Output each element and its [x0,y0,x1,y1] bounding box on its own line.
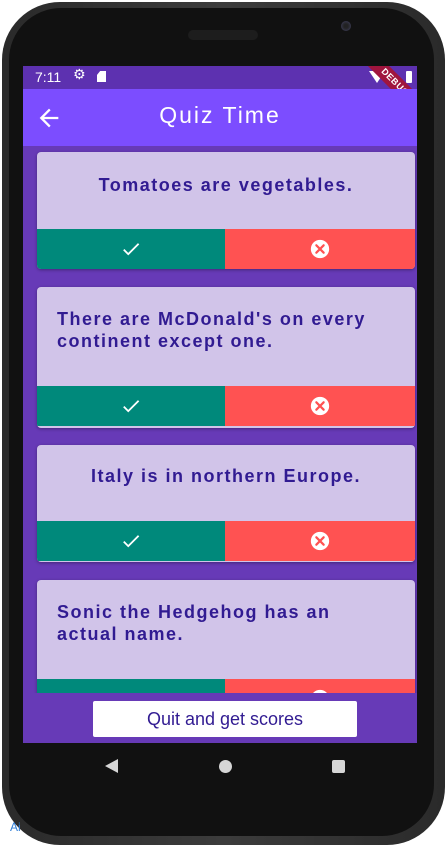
answer-buttons [37,679,415,693]
true-button[interactable] [37,229,225,269]
cancel-icon [310,396,330,416]
true-button[interactable] [37,521,225,561]
nav-back-icon[interactable] [105,759,118,773]
quit-area: Quit and get scores [23,693,417,743]
speaker-grille [188,30,258,40]
battery-icon [406,71,412,83]
front-camera [341,21,351,31]
question-card: There are McDonald's on every continent … [37,287,415,428]
question-list[interactable]: Tomatoes are vegetables. There are McDon… [23,146,417,693]
question-card: Tomatoes are vegetables. [37,152,415,269]
false-button[interactable] [225,386,415,426]
question-text: Sonic the Hedgehog has an actual name. [57,602,331,644]
false-button[interactable] [225,679,415,693]
false-button[interactable] [225,229,415,269]
app-screen: 7:11 ⚙ DEBUG Quiz Time Tomatoes are vege… [23,66,417,743]
answer-buttons [37,386,415,426]
question-card: Sonic the Hedgehog has an actual name. [37,580,415,693]
nav-home-icon[interactable] [219,760,232,773]
answer-buttons [37,521,415,561]
corner-text: Ai [10,820,21,834]
false-button[interactable] [225,521,415,561]
check-icon [123,243,140,256]
check-icon [123,535,140,548]
system-nav-bar [23,743,417,790]
status-bar: 7:11 ⚙ DEBUG [23,66,417,122]
quit-button[interactable]: Quit and get scores [93,701,357,737]
page-title: Quiz Time [159,102,281,128]
question-text: Tomatoes are vegetables. [98,175,354,195]
question-text: There are McDonald's on every continent … [57,309,366,351]
cancel-icon [310,531,330,551]
question-card: Italy is in northern Europe. [37,445,415,562]
nav-recents-icon[interactable] [332,760,345,773]
true-button[interactable] [37,386,225,426]
true-button[interactable] [37,679,225,693]
settings-icon: ⚙ [73,67,86,83]
cancel-icon [310,239,330,259]
sd-card-icon [97,71,106,82]
status-time: 7:11 [35,69,62,85]
app-bar: Quiz Time [23,89,417,146]
question-text: Italy is in northern Europe. [90,466,362,486]
check-icon [123,400,140,413]
answer-buttons [37,229,415,269]
